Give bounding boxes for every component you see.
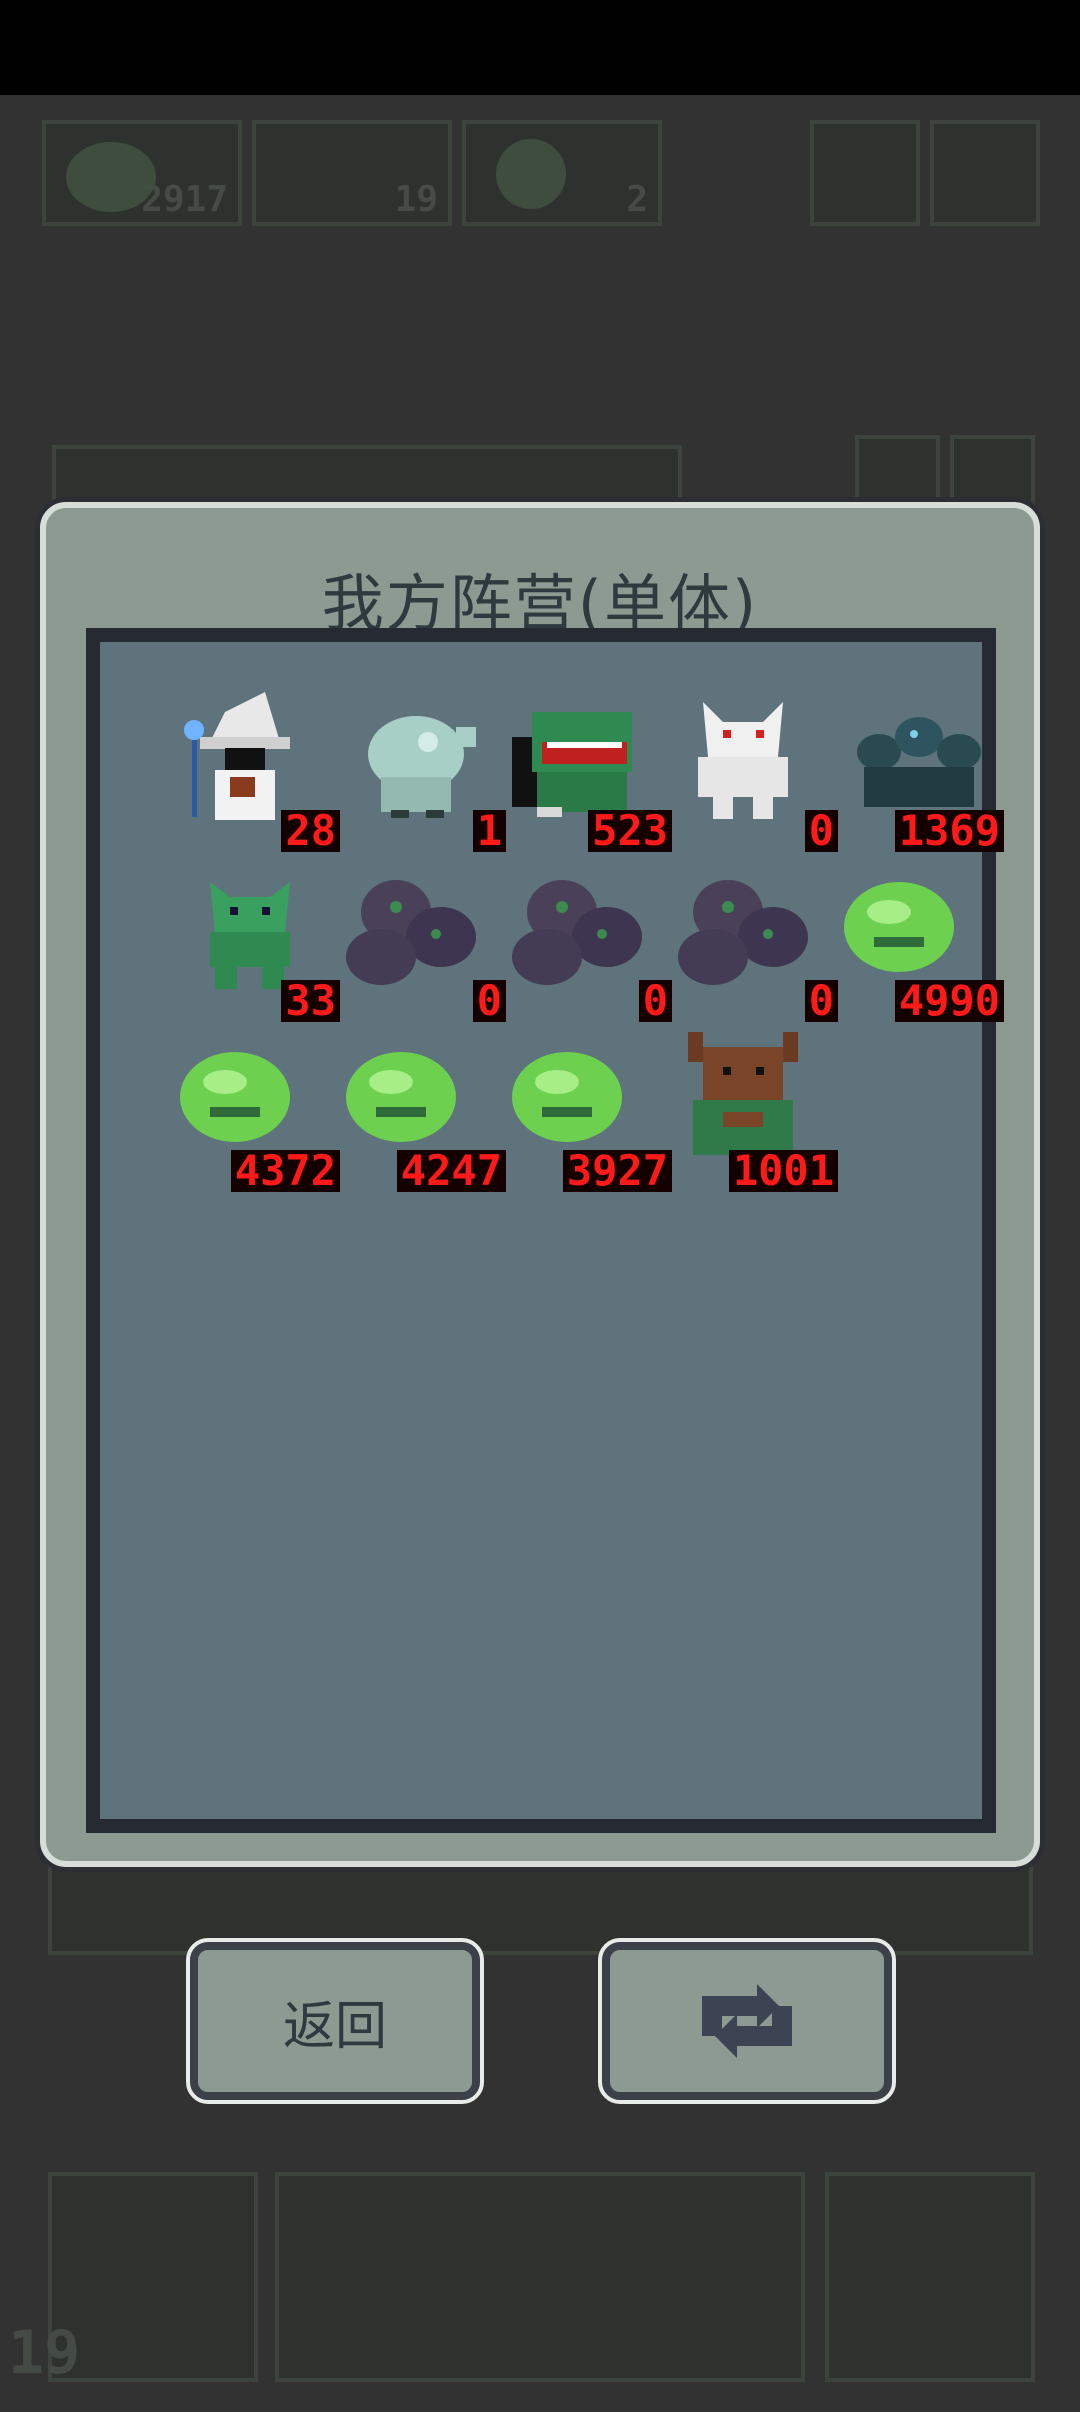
- unit-slot[interactable]: 523: [502, 682, 672, 852]
- unit-count: 28: [281, 810, 340, 852]
- unit-slot[interactable]: 1369: [834, 682, 1004, 852]
- bg-resource-count: 2917: [141, 179, 228, 220]
- team-modal: 我方阵营(单体) 28 1 523 0 1369 33 0 0 0 4990 4…: [40, 502, 1040, 1867]
- unit-count: 1001: [728, 1150, 838, 1192]
- unit-slot[interactable]: 28: [170, 682, 340, 852]
- bg-resource-count: 2: [626, 179, 648, 220]
- refresh-icon: [702, 1984, 792, 2058]
- unit-count: 0: [804, 810, 838, 852]
- unit-slot[interactable]: 1: [336, 682, 506, 852]
- unit-count: 0: [472, 980, 506, 1022]
- unit-slot[interactable]: 4990: [834, 852, 1004, 1022]
- bg-timer-bar: [275, 2172, 805, 2382]
- unit-slot[interactable]: 4372: [170, 1022, 340, 1192]
- bg-level-number: 19: [8, 2318, 81, 2388]
- bg-settings-button: [930, 120, 1040, 226]
- unit-slot[interactable]: 1001: [668, 1022, 838, 1192]
- unit-slot[interactable]: 0: [668, 852, 838, 1022]
- unit-slot[interactable]: 33: [170, 852, 340, 1022]
- status-bar: [0, 0, 1080, 95]
- unit-count: 523: [588, 810, 672, 852]
- unit-count: 1369: [894, 810, 1004, 852]
- unit-count: 4372: [230, 1150, 340, 1192]
- unit-grid-panel: 28 1 523 0 1369 33 0 0 0 4990 4372 4247 …: [86, 628, 1004, 1833]
- unit-count: 4990: [894, 980, 1004, 1022]
- bg-resource-2: 19: [252, 120, 452, 226]
- bg-resource-3: 2: [462, 120, 662, 226]
- unit-count: 4247: [396, 1150, 506, 1192]
- unit-count: 0: [638, 980, 672, 1022]
- unit-slot[interactable]: 4247: [336, 1022, 506, 1192]
- unit-count: 1: [472, 810, 506, 852]
- bg-resource-count: 19: [394, 179, 438, 220]
- unit-slot[interactable]: 0: [336, 852, 506, 1022]
- back-button-label: 返回: [282, 1996, 387, 2057]
- back-button[interactable]: 返回: [186, 1938, 484, 2104]
- unit-slot[interactable]: 3927: [502, 1022, 672, 1192]
- bg-menu-button: [810, 120, 920, 226]
- bg-bottom-strip: [48, 1860, 1033, 1955]
- refresh-button[interactable]: [598, 1938, 896, 2104]
- unit-count: 33: [281, 980, 340, 1022]
- unit-count: 3927: [562, 1150, 672, 1192]
- unit-slot[interactable]: 0: [502, 852, 672, 1022]
- unit-count: 0: [804, 980, 838, 1022]
- bg-hero-button: [825, 2172, 1035, 2382]
- bg-resource-1: 2917: [42, 120, 242, 226]
- unit-slot[interactable]: 0: [668, 682, 838, 852]
